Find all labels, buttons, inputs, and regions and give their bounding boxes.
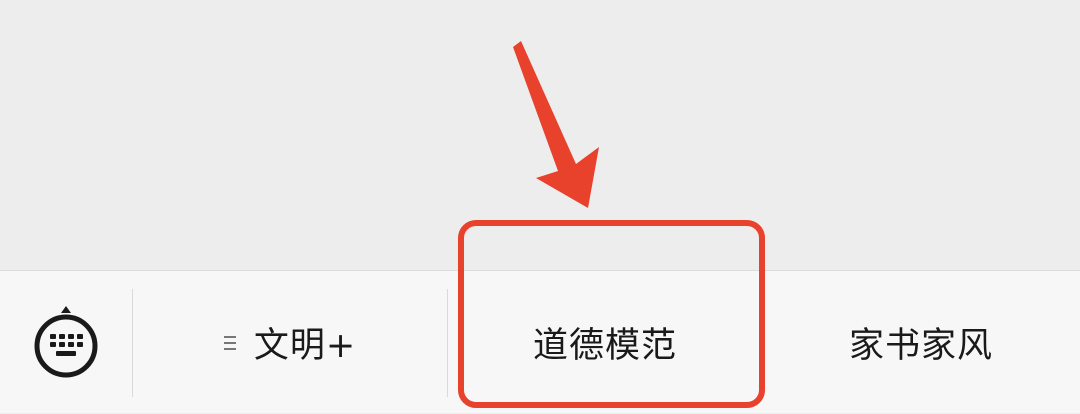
keyboard-toggle-button[interactable] <box>34 306 98 378</box>
keyboard-icon <box>34 306 98 378</box>
menu-item-label: 家书家风 <box>848 326 993 366</box>
menu-lines-icon <box>223 335 236 350</box>
menu-item-daode-mofan[interactable]: 道德模范 <box>448 271 762 414</box>
menu-item-label: 道德模范 <box>532 326 677 366</box>
menu-item-label: 文明+ <box>253 326 357 366</box>
menu-item-jiashu-jiafeng[interactable]: 家书家风 <box>762 271 1080 414</box>
chat-content-area <box>0 0 1080 270</box>
bottom-menu-bar: 文明+ 道德模范 家书家风 <box>0 270 1080 413</box>
menu-item-wenming[interactable]: 文明+ <box>133 271 447 414</box>
